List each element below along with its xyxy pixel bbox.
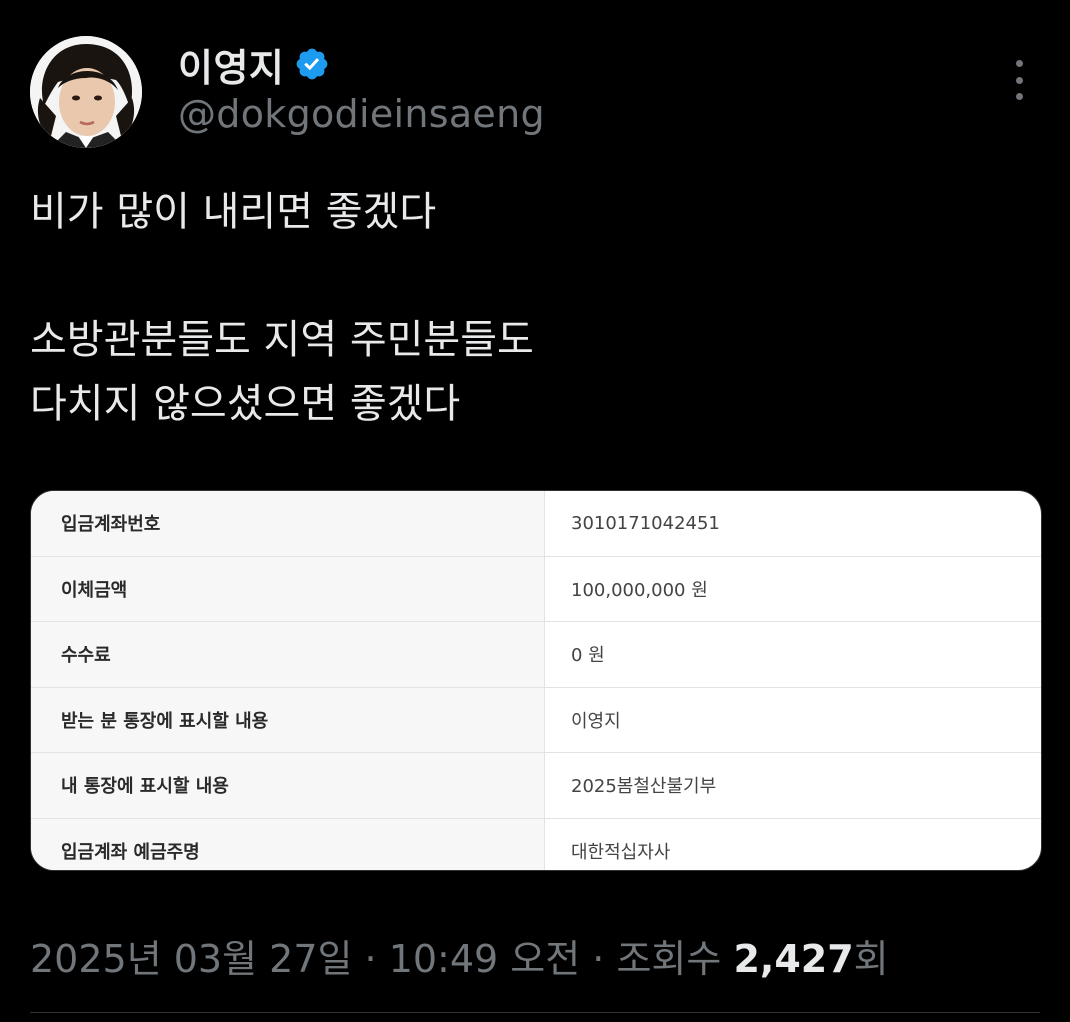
receipt-row: 받는 분 통장에 표시할 내용 이영지	[31, 687, 1041, 753]
receipt-value: 100,000,000 원	[571, 579, 708, 601]
views-label: 조회수	[616, 937, 734, 981]
attached-image-transfer-receipt[interactable]: 입금계좌번호 3010171042451 이체금액 100,000,000 원 …	[30, 490, 1042, 871]
receipt-label: 수수료	[31, 622, 545, 687]
verified-badge-icon	[294, 46, 330, 82]
meta-separator: ·	[352, 937, 389, 981]
tweet-meta: 2025년 03월 27일 · 10:49 오전 · 조회수 2,427회	[30, 928, 889, 983]
more-options-icon[interactable]	[1004, 60, 1034, 100]
receipt-label: 내 통장에 표시할 내용	[31, 753, 545, 818]
receipt-value: 대한적십자사	[571, 842, 671, 864]
views-count[interactable]: 2,427	[733, 937, 853, 981]
avatar-image	[30, 36, 142, 148]
tweet-line: 비가 많이 내리면 좋겠다	[30, 189, 437, 235]
meta-separator: ·	[580, 937, 617, 981]
tweet-date[interactable]: 2025년 03월 27일	[30, 937, 352, 981]
receipt-row: 입금계좌번호 3010171042451	[31, 491, 1041, 557]
tweet-line: 다치지 않으셨으면 좋겠다	[30, 381, 461, 427]
receipt-label: 입금계좌번호	[31, 491, 545, 556]
receipt-value: 2025봄철산불기부	[571, 776, 717, 798]
receipt-value: 이영지	[571, 710, 621, 732]
author-handle[interactable]: @dokgodieinsaeng	[178, 92, 545, 136]
author-name-row: 이영지	[178, 38, 330, 90]
views-suffix: 회	[853, 937, 889, 981]
divider	[30, 1012, 1040, 1013]
receipt-row: 내 통장에 표시할 내용 2025봄철산불기부	[31, 753, 1041, 819]
receipt-label: 입금계좌 예금주명	[31, 818, 545, 870]
receipt-label: 이체금액	[31, 556, 545, 621]
receipt-value: 0 원	[571, 645, 605, 667]
tweet-line: 소방관분들도 지역 주민분들도	[30, 317, 534, 363]
receipt-row: 입금계좌 예금주명 대한적십자사	[31, 818, 1041, 870]
tweet: 이영지 @dokgodieinsaeng 비가 많이 내리면 좋겠다 소방관분들…	[0, 0, 1070, 1022]
receipt-row: 수수료 0 원	[31, 622, 1041, 688]
avatar[interactable]	[30, 36, 142, 148]
tweet-text: 비가 많이 내리면 좋겠다 소방관분들도 지역 주민분들도 다치지 않으셨으면 …	[30, 180, 1030, 436]
tweet-time[interactable]: 10:49 오전	[389, 937, 581, 981]
receipt-row: 이체금액 100,000,000 원	[31, 556, 1041, 622]
receipt-label: 받는 분 통장에 표시할 내용	[31, 687, 545, 752]
tweet-line-gap	[30, 244, 1030, 308]
display-name[interactable]: 이영지	[178, 37, 284, 92]
receipt-value: 3010171042451	[571, 512, 720, 534]
